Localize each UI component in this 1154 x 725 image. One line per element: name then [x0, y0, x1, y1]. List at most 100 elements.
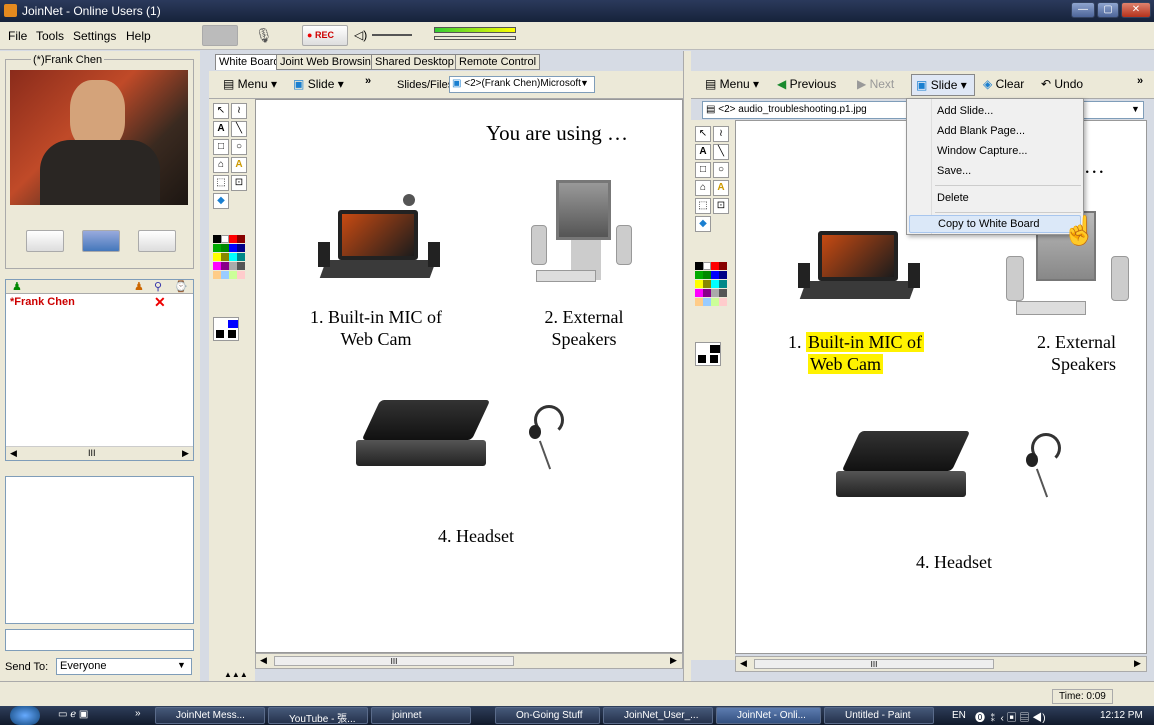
right-tool-palette: ↖ ≀ A ╲ □ ○ ⌂ A ⬚ ⊡ ◆	[691, 120, 735, 660]
scroll-left-icon[interactable]: ◀	[260, 655, 267, 666]
left-slide-select[interactable]: ▣ <2>(Frank Chen)Microsoft ▼	[449, 76, 595, 93]
rect-tool-icon[interactable]: □	[213, 139, 229, 155]
line-width-picker[interactable]	[695, 342, 721, 366]
camera-off-button[interactable]	[26, 230, 64, 252]
select-area-tool-icon[interactable]: ⬚	[695, 198, 711, 214]
capture-tool-icon[interactable]: ⊡	[713, 198, 729, 214]
menu-file[interactable]: File	[8, 29, 27, 43]
line-tool-icon[interactable]: ╲	[231, 121, 247, 137]
left-slide-canvas[interactable]: You are using … 1. Built-in MIC of Web C…	[255, 99, 683, 653]
minimize-button[interactable]: —	[1071, 2, 1095, 18]
lasso-tool-icon[interactable]: ≀	[713, 126, 729, 142]
right-slide-button[interactable]: ▣ Slide ▾	[911, 74, 975, 96]
pointer-tool-icon[interactable]: ↖	[695, 126, 711, 142]
session-time: Time: 0:09	[1052, 689, 1113, 704]
task-youtube[interactable]: YouTube - 張...	[268, 707, 368, 724]
chevron-down-icon[interactable]: ▼	[580, 78, 589, 88]
capture-tool-icon[interactable]: ⊡	[231, 175, 247, 191]
fill-tool-icon[interactable]: ◆	[213, 193, 229, 209]
task-joinnet-user[interactable]: JoinNet_User_...	[603, 707, 713, 724]
pointer-tool-icon[interactable]: ↖	[213, 103, 229, 119]
quicklaunch-more[interactable]: »	[135, 708, 141, 719]
task-joinnet-folder[interactable]: joinnet	[371, 707, 471, 724]
close-button[interactable]: ✕	[1121, 2, 1151, 18]
right-menu-button[interactable]: ▤ Menu ▾	[705, 77, 759, 91]
record-button[interactable]: ● REC	[302, 25, 348, 46]
highlight-text-tool-icon[interactable]: A	[713, 180, 729, 196]
left-slide-button[interactable]: ▣ Slide ▾	[293, 77, 344, 91]
left-hscrollbar[interactable]: ◀ III ▶	[255, 653, 683, 669]
ellipse-tool-icon[interactable]: ○	[231, 139, 247, 155]
user-toggle-button[interactable]	[202, 25, 238, 46]
menu-help[interactable]: Help	[126, 29, 151, 43]
scroll-right-icon[interactable]: ▶	[1134, 658, 1141, 669]
lasso-tool-icon[interactable]: ≀	[231, 103, 247, 119]
camera-on-button[interactable]	[82, 230, 120, 252]
text-tool-icon[interactable]: A	[213, 121, 229, 137]
chat-history[interactable]	[5, 476, 194, 624]
previous-button[interactable]: ◀ Previous	[777, 77, 836, 91]
tab-web-browsing[interactable]: Joint Web Browsing	[276, 54, 382, 70]
menu-add-blank-page[interactable]: Add Blank Page...	[937, 125, 1025, 137]
quicklaunch-icons[interactable]: ▭ ℯ ▣	[58, 709, 88, 720]
eraser-tool-icon[interactable]: ⌂	[213, 157, 229, 173]
chevron-down-icon[interactable]: ▼	[1131, 104, 1140, 114]
fill-tool-icon[interactable]: ◆	[695, 216, 711, 232]
clear-button[interactable]: ◈ Clear	[983, 77, 1024, 91]
menu-copy-to-white-board[interactable]: Copy to White Board	[909, 215, 1081, 233]
highlight-text-tool-icon[interactable]: A	[231, 157, 247, 173]
maximize-button[interactable]: ▢	[1097, 2, 1119, 18]
scroll-left-icon[interactable]: ◀	[740, 658, 747, 669]
volume-slider[interactable]	[372, 34, 412, 36]
task-joinnet-online[interactable]: JoinNet - Onli...	[716, 707, 821, 724]
screen-button[interactable]	[138, 230, 176, 252]
line-width-picker[interactable]	[213, 317, 239, 341]
text-tool-icon[interactable]: A	[695, 144, 711, 160]
right-hscrollbar[interactable]: ◀ III ▶	[735, 656, 1147, 672]
scroll-right-icon[interactable]: ▶	[182, 448, 189, 459]
send-to-select[interactable]: Everyone ▼	[56, 658, 192, 675]
remove-user-icon[interactable]: ✕	[154, 294, 166, 311]
menu-add-slide[interactable]: Add Slide...	[937, 105, 993, 117]
scroll-right-icon[interactable]: ▶	[670, 655, 677, 666]
scroll-left-icon[interactable]: ◀	[10, 448, 17, 459]
line-tool-icon[interactable]: ╲	[713, 144, 729, 160]
language-indicator[interactable]: EN	[952, 710, 966, 721]
chevron-down-icon[interactable]: ▼	[177, 660, 186, 670]
mic-level-slider[interactable]	[434, 36, 516, 40]
left-menu-button[interactable]: ▤ Menu ▾	[223, 77, 277, 91]
next-button[interactable]: ▶ Next	[857, 77, 894, 91]
user-row[interactable]: *Frank Chen ✕	[10, 294, 190, 311]
tray-icons[interactable]: ⓿ ⁑ ‹ ▣ ▤ ◀)	[975, 709, 1046, 724]
expand-icon[interactable]: ▲▲▲	[224, 670, 248, 679]
tab-shared-desktop[interactable]: Shared Desktop	[371, 54, 458, 70]
menu-tools[interactable]: Tools	[36, 29, 64, 43]
scroll-thumb[interactable]: III	[274, 656, 514, 666]
menu-settings[interactable]: Settings	[73, 29, 116, 43]
color-palette[interactable]	[213, 235, 247, 305]
scroll-thumb[interactable]: III	[88, 448, 96, 458]
task-paint[interactable]: Untitled - Paint	[824, 707, 934, 724]
color-palette[interactable]	[695, 262, 729, 332]
rect-tool-icon[interactable]: □	[695, 162, 711, 178]
tab-white-board[interactable]: White Board	[215, 54, 284, 70]
menu-save[interactable]: Save...	[937, 165, 971, 177]
tab-remote-control[interactable]: Remote Control	[455, 54, 541, 70]
menu-window-capture[interactable]: Window Capture...	[937, 145, 1027, 157]
menu-delete[interactable]: Delete	[937, 192, 969, 204]
mic-icon[interactable]: 🎙	[255, 27, 273, 44]
right-more-button[interactable]: »	[1137, 75, 1143, 87]
scroll-thumb[interactable]: III	[754, 659, 994, 669]
users-list[interactable]: ♟ ♟ ⚲ ⌚ *Frank Chen ✕ ◀ III ▶	[5, 279, 194, 461]
eraser-tool-icon[interactable]: ⌂	[695, 180, 711, 196]
task-ongoing-stuff[interactable]: On-Going Stuff	[495, 707, 600, 724]
task-joinnet-messenger[interactable]: JoinNet Mess...	[155, 707, 265, 724]
select-area-tool-icon[interactable]: ⬚	[213, 175, 229, 191]
panel-divider[interactable]	[683, 51, 691, 681]
chat-input[interactable]	[5, 629, 194, 651]
undo-button[interactable]: ↶ Undo	[1041, 77, 1083, 91]
ellipse-tool-icon[interactable]: ○	[713, 162, 729, 178]
users-hscrollbar[interactable]: ◀ III ▶	[6, 446, 193, 460]
left-more-button[interactable]: »	[365, 75, 371, 87]
start-button[interactable]	[10, 706, 40, 725]
